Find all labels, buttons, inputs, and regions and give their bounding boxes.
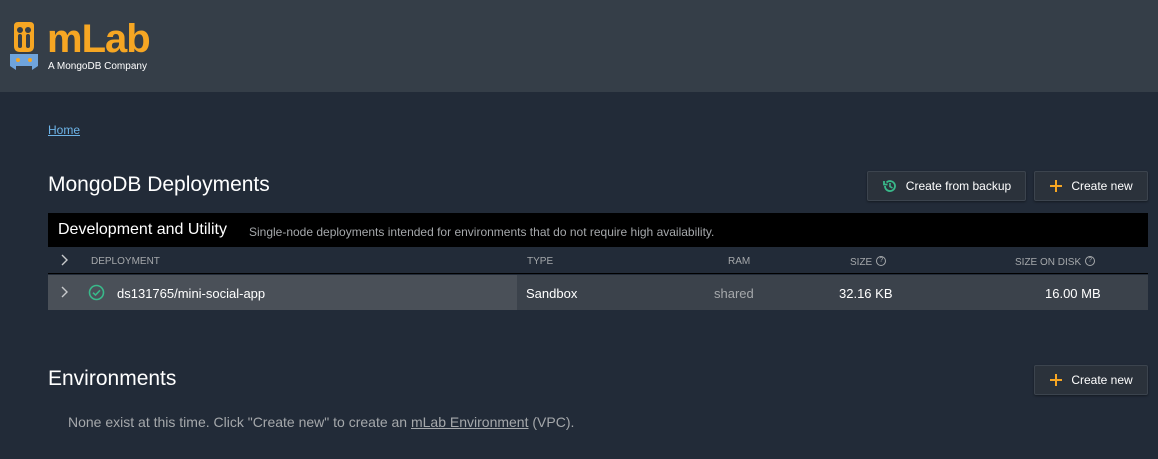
- column-type: TYPE: [527, 256, 554, 267]
- top-bar: mLab A MongoDB Company: [0, 0, 1158, 92]
- column-ram: RAM: [728, 256, 751, 267]
- deployment-ram: shared: [714, 286, 754, 301]
- mlab-environment-link[interactable]: mLab Environment: [411, 414, 529, 430]
- group-title: Development and Utility: [58, 221, 227, 238]
- create-from-backup-label: Create from backup: [905, 179, 1012, 193]
- deployment-size: 32.16 KB: [839, 286, 893, 301]
- deployment-name-link[interactable]: ds131765/mini-social-app: [117, 286, 265, 301]
- group-description: Single-node deployments intended for env…: [248, 224, 715, 239]
- deployment-size-on-disk: 16.00 MB: [1045, 286, 1101, 301]
- environments-title: Environments: [48, 367, 177, 390]
- history-icon: [882, 178, 898, 194]
- create-from-backup-button[interactable]: Create from backup: [867, 171, 1026, 201]
- environments-empty-message: None exist at this time. Click "Create n…: [68, 414, 574, 430]
- table-header: DEPLOYMENT TYPE RAM SIZE? SIZE ON DISK?: [48, 249, 1148, 274]
- brand-name[interactable]: mLab: [47, 19, 151, 59]
- create-new-environment-label: Create new: [1071, 373, 1133, 387]
- deployment-type: Sandbox: [526, 286, 578, 301]
- table-row[interactable]: ds131765/mini-social-app Sandbox shared …: [48, 275, 1148, 310]
- deployment-group-header: Development and Utility Single-node depl…: [48, 213, 1148, 247]
- create-new-deployment-button[interactable]: Create new: [1034, 171, 1148, 201]
- plus-icon: [1049, 373, 1063, 387]
- check-circle-icon: [88, 284, 105, 304]
- plus-icon: [1049, 179, 1063, 193]
- breadcrumb-home-link[interactable]: Home: [48, 123, 80, 137]
- brand-tagline: A MongoDB Company: [48, 61, 147, 72]
- expand-all-chevron-icon[interactable]: [60, 253, 70, 270]
- empty-text-pre: None exist at this time. Click "Create n…: [68, 414, 411, 430]
- chevron-right-icon[interactable]: [60, 285, 70, 302]
- create-new-environment-button[interactable]: Create new: [1034, 365, 1148, 395]
- mlab-logo-icon[interactable]: [8, 20, 40, 74]
- column-size: SIZE?: [850, 256, 887, 268]
- deployments-title: MongoDB Deployments: [48, 173, 270, 196]
- column-deployment: DEPLOYMENT: [91, 256, 160, 267]
- column-size-on-disk: SIZE ON DISK?: [1015, 256, 1096, 268]
- empty-text-post: (VPC).: [528, 414, 575, 430]
- create-new-deployment-label: Create new: [1071, 179, 1133, 193]
- help-icon[interactable]: ?: [876, 256, 887, 266]
- help-icon[interactable]: ?: [1085, 256, 1096, 266]
